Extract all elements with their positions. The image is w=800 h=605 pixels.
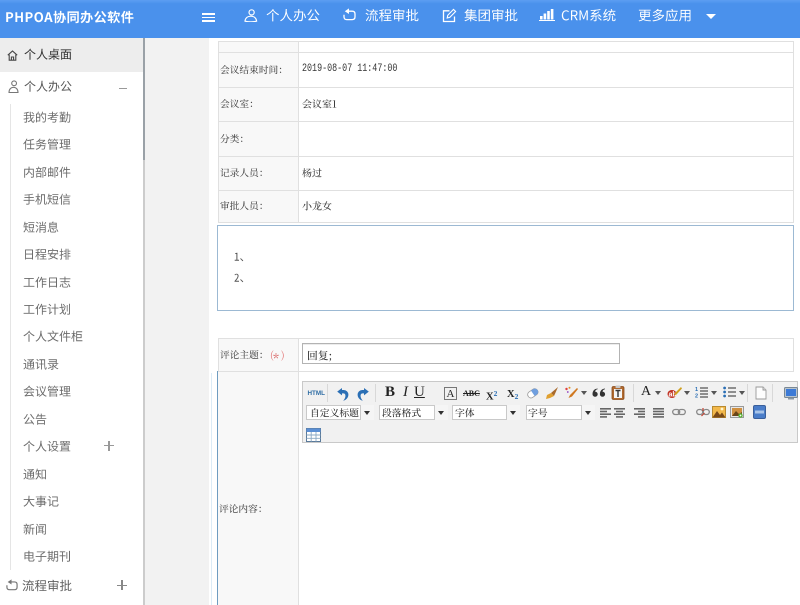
svg-text:ab: ab <box>669 392 677 399</box>
svg-text:1: 1 <box>695 387 698 393</box>
svg-text:2: 2 <box>695 394 698 399</box>
